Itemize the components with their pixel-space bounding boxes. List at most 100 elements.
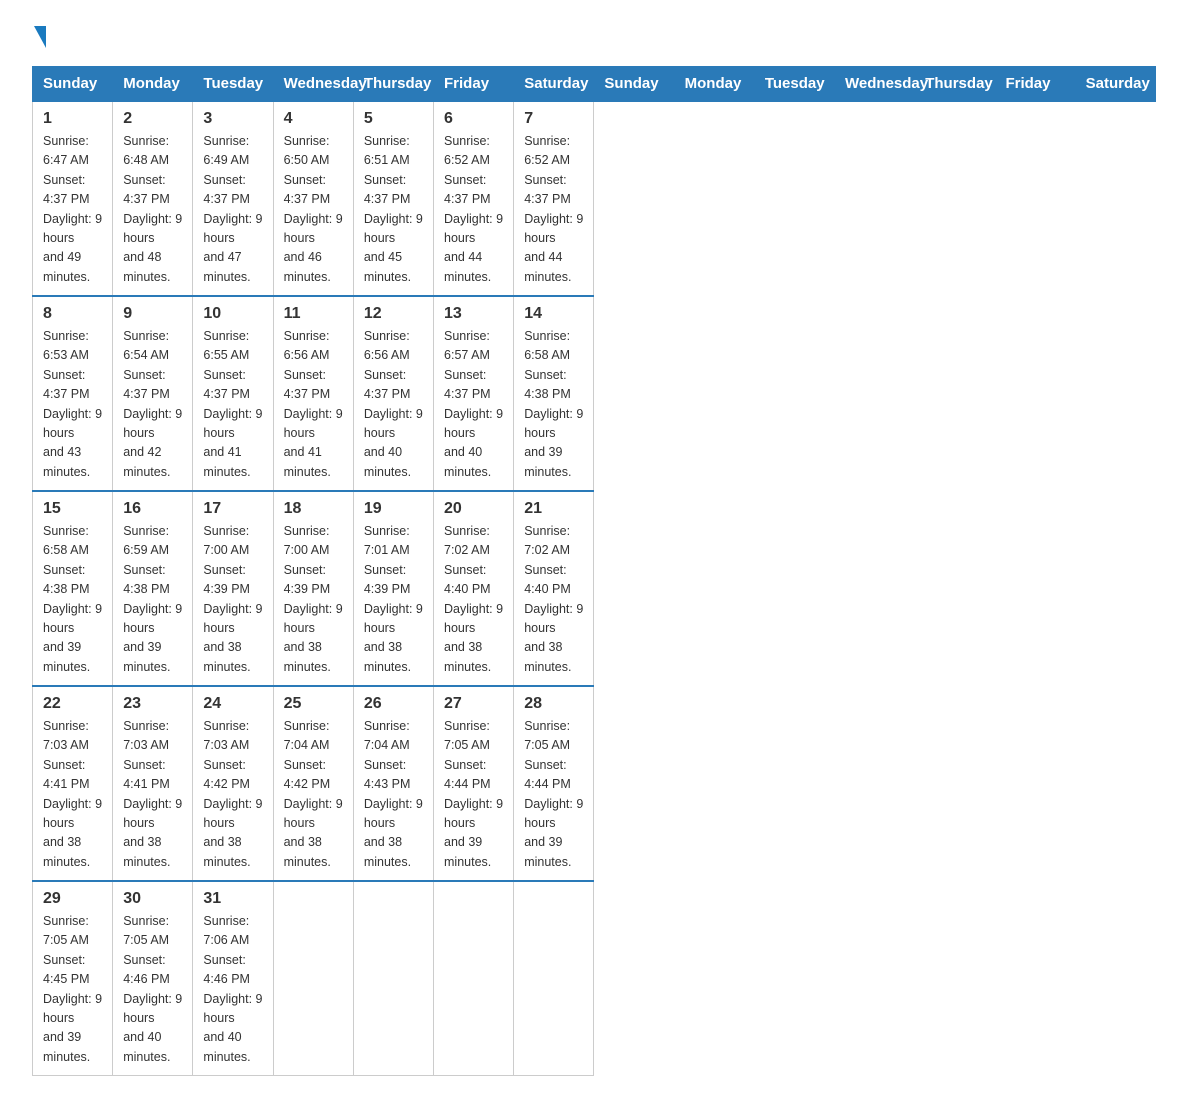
week-row-5: 29 Sunrise: 7:05 AMSunset: 4:45 PMDaylig… (33, 881, 1156, 1076)
day-cell: 25 Sunrise: 7:04 AMSunset: 4:42 PMDaylig… (273, 686, 353, 881)
day-number: 6 (444, 110, 503, 128)
day-cell: 23 Sunrise: 7:03 AMSunset: 4:41 PMDaylig… (113, 686, 193, 881)
day-cell: 1 Sunrise: 6:47 AMSunset: 4:37 PMDayligh… (33, 101, 113, 296)
day-cell: 4 Sunrise: 6:50 AMSunset: 4:37 PMDayligh… (273, 101, 353, 296)
week-row-2: 8 Sunrise: 6:53 AMSunset: 4:37 PMDayligh… (33, 296, 1156, 491)
day-number: 11 (284, 305, 343, 323)
day-info: Sunrise: 7:04 AMSunset: 4:42 PMDaylight:… (284, 717, 343, 872)
col-header-tuesday: Tuesday (754, 67, 834, 102)
day-cell: 13 Sunrise: 6:57 AMSunset: 4:37 PMDaylig… (434, 296, 514, 491)
day-info: Sunrise: 6:48 AMSunset: 4:37 PMDaylight:… (123, 132, 182, 287)
week-row-3: 15 Sunrise: 6:58 AMSunset: 4:38 PMDaylig… (33, 491, 1156, 686)
day-info: Sunrise: 6:47 AMSunset: 4:37 PMDaylight:… (43, 132, 102, 287)
day-info: Sunrise: 7:01 AMSunset: 4:39 PMDaylight:… (364, 522, 423, 677)
day-number: 9 (123, 305, 182, 323)
day-number: 7 (524, 110, 583, 128)
calendar-table: SundayMondayTuesdayWednesdayThursdayFrid… (32, 66, 1156, 1076)
day-cell: 20 Sunrise: 7:02 AMSunset: 4:40 PMDaylig… (434, 491, 514, 686)
day-number: 31 (203, 890, 262, 908)
day-number: 8 (43, 305, 102, 323)
day-number: 28 (524, 695, 583, 713)
day-number: 18 (284, 500, 343, 518)
day-info: Sunrise: 6:52 AMSunset: 4:37 PMDaylight:… (444, 132, 503, 287)
day-info: Sunrise: 7:03 AMSunset: 4:41 PMDaylight:… (43, 717, 102, 872)
day-info: Sunrise: 6:56 AMSunset: 4:37 PMDaylight:… (364, 327, 423, 482)
day-number: 26 (364, 695, 423, 713)
day-number: 27 (444, 695, 503, 713)
week-row-1: 1 Sunrise: 6:47 AMSunset: 4:37 PMDayligh… (33, 101, 1156, 296)
day-cell: 16 Sunrise: 6:59 AMSunset: 4:38 PMDaylig… (113, 491, 193, 686)
col-header-tuesday: Tuesday (193, 67, 273, 102)
day-info: Sunrise: 7:03 AMSunset: 4:41 PMDaylight:… (123, 717, 182, 872)
day-cell: 19 Sunrise: 7:01 AMSunset: 4:39 PMDaylig… (353, 491, 433, 686)
day-cell: 8 Sunrise: 6:53 AMSunset: 4:37 PMDayligh… (33, 296, 113, 491)
day-info: Sunrise: 7:00 AMSunset: 4:39 PMDaylight:… (284, 522, 343, 677)
col-header-friday: Friday (434, 67, 514, 102)
day-cell: 12 Sunrise: 6:56 AMSunset: 4:37 PMDaylig… (353, 296, 433, 491)
day-number: 29 (43, 890, 102, 908)
day-info: Sunrise: 6:58 AMSunset: 4:38 PMDaylight:… (43, 522, 102, 677)
day-number: 16 (123, 500, 182, 518)
day-info: Sunrise: 6:55 AMSunset: 4:37 PMDaylight:… (203, 327, 262, 482)
day-info: Sunrise: 6:50 AMSunset: 4:37 PMDaylight:… (284, 132, 343, 287)
day-cell (514, 881, 594, 1076)
day-info: Sunrise: 6:52 AMSunset: 4:37 PMDaylight:… (524, 132, 583, 287)
day-number: 30 (123, 890, 182, 908)
day-cell: 30 Sunrise: 7:05 AMSunset: 4:46 PMDaylig… (113, 881, 193, 1076)
day-cell: 26 Sunrise: 7:04 AMSunset: 4:43 PMDaylig… (353, 686, 433, 881)
day-cell (434, 881, 514, 1076)
day-info: Sunrise: 7:05 AMSunset: 4:45 PMDaylight:… (43, 912, 102, 1067)
day-cell (353, 881, 433, 1076)
day-number: 25 (284, 695, 343, 713)
day-info: Sunrise: 6:49 AMSunset: 4:37 PMDaylight:… (203, 132, 262, 287)
day-cell (273, 881, 353, 1076)
col-header-monday: Monday (113, 67, 193, 102)
day-info: Sunrise: 7:04 AMSunset: 4:43 PMDaylight:… (364, 717, 423, 872)
col-header-saturday: Saturday (514, 67, 594, 102)
day-number: 21 (524, 500, 583, 518)
day-info: Sunrise: 6:59 AMSunset: 4:38 PMDaylight:… (123, 522, 182, 677)
day-info: Sunrise: 6:51 AMSunset: 4:37 PMDaylight:… (364, 132, 423, 287)
day-cell: 6 Sunrise: 6:52 AMSunset: 4:37 PMDayligh… (434, 101, 514, 296)
day-info: Sunrise: 6:58 AMSunset: 4:38 PMDaylight:… (524, 327, 583, 482)
day-cell: 2 Sunrise: 6:48 AMSunset: 4:37 PMDayligh… (113, 101, 193, 296)
day-number: 19 (364, 500, 423, 518)
logo (32, 24, 46, 46)
day-cell: 14 Sunrise: 6:58 AMSunset: 4:38 PMDaylig… (514, 296, 594, 491)
day-info: Sunrise: 6:53 AMSunset: 4:37 PMDaylight:… (43, 327, 102, 482)
day-number: 20 (444, 500, 503, 518)
day-cell: 18 Sunrise: 7:00 AMSunset: 4:39 PMDaylig… (273, 491, 353, 686)
calendar-header-row: SundayMondayTuesdayWednesdayThursdayFrid… (33, 67, 1156, 102)
day-info: Sunrise: 6:57 AMSunset: 4:37 PMDaylight:… (444, 327, 503, 482)
day-cell: 17 Sunrise: 7:00 AMSunset: 4:39 PMDaylig… (193, 491, 273, 686)
day-info: Sunrise: 7:02 AMSunset: 4:40 PMDaylight:… (524, 522, 583, 677)
day-cell: 7 Sunrise: 6:52 AMSunset: 4:37 PMDayligh… (514, 101, 594, 296)
day-info: Sunrise: 6:54 AMSunset: 4:37 PMDaylight:… (123, 327, 182, 482)
day-cell: 31 Sunrise: 7:06 AMSunset: 4:46 PMDaylig… (193, 881, 273, 1076)
day-number: 15 (43, 500, 102, 518)
day-number: 2 (123, 110, 182, 128)
day-cell: 21 Sunrise: 7:02 AMSunset: 4:40 PMDaylig… (514, 491, 594, 686)
day-number: 4 (284, 110, 343, 128)
day-info: Sunrise: 7:02 AMSunset: 4:40 PMDaylight:… (444, 522, 503, 677)
day-info: Sunrise: 7:00 AMSunset: 4:39 PMDaylight:… (203, 522, 262, 677)
day-number: 23 (123, 695, 182, 713)
page-header (32, 24, 1156, 46)
col-header-sunday: Sunday (594, 67, 674, 102)
day-number: 3 (203, 110, 262, 128)
week-row-4: 22 Sunrise: 7:03 AMSunset: 4:41 PMDaylig… (33, 686, 1156, 881)
day-number: 5 (364, 110, 423, 128)
col-header-wednesday: Wednesday (835, 67, 915, 102)
col-header-sunday: Sunday (33, 67, 113, 102)
day-cell: 15 Sunrise: 6:58 AMSunset: 4:38 PMDaylig… (33, 491, 113, 686)
day-info: Sunrise: 7:05 AMSunset: 4:44 PMDaylight:… (524, 717, 583, 872)
day-number: 17 (203, 500, 262, 518)
col-header-thursday: Thursday (915, 67, 995, 102)
day-cell: 11 Sunrise: 6:56 AMSunset: 4:37 PMDaylig… (273, 296, 353, 491)
day-cell: 22 Sunrise: 7:03 AMSunset: 4:41 PMDaylig… (33, 686, 113, 881)
day-number: 22 (43, 695, 102, 713)
day-number: 1 (43, 110, 102, 128)
day-info: Sunrise: 7:06 AMSunset: 4:46 PMDaylight:… (203, 912, 262, 1067)
day-cell: 5 Sunrise: 6:51 AMSunset: 4:37 PMDayligh… (353, 101, 433, 296)
day-cell: 24 Sunrise: 7:03 AMSunset: 4:42 PMDaylig… (193, 686, 273, 881)
